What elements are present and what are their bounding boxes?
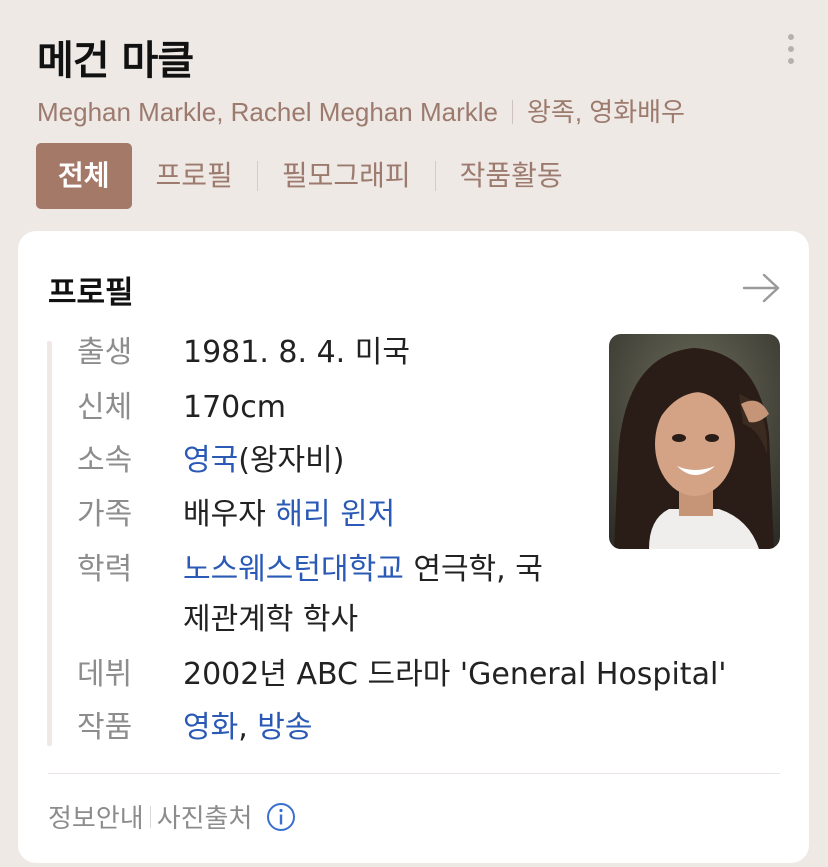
affiliation-suffix: (왕자비): [238, 443, 345, 478]
link-northwestern[interactable]: 노스웨스턴대학교: [183, 552, 404, 587]
divider: [512, 100, 513, 124]
education-detail-line2: 제관계학 학사: [183, 602, 359, 637]
info-value: 170cm: [183, 390, 286, 425]
info-guide-link[interactable]: 정보안내: [48, 798, 144, 835]
info-value: 배우자 해리 윈저: [183, 489, 395, 541]
profile-photo[interactable]: [609, 334, 780, 549]
info-value: 2002년 ABC 드라마 'General Hospital': [183, 657, 727, 692]
photo-source-link[interactable]: 사진출처: [157, 798, 253, 835]
info-label: 출생: [77, 335, 133, 370]
card-divider: [48, 773, 780, 774]
tab-filmography[interactable]: 필모그래피: [258, 143, 435, 209]
link-harry-windsor[interactable]: 해리 윈저: [275, 497, 395, 532]
subtitle: Meghan Markle, Rachel Meghan Markle 왕족, 영…: [37, 92, 685, 129]
card-footer: 정보안내 사진출처: [48, 798, 296, 835]
link-uk[interactable]: 영국: [183, 443, 238, 478]
info-value: 영화, 방송: [183, 702, 312, 754]
info-label: 작품: [77, 710, 133, 745]
info-label: 가족: [77, 497, 133, 532]
more-vertical-icon[interactable]: [784, 34, 798, 64]
category-text: 왕족, 영화배우: [527, 97, 685, 127]
alternate-names: Meghan Markle, Rachel Meghan Markle: [37, 97, 498, 127]
family-prefix: 배우자: [183, 497, 276, 532]
info-label: 학력: [77, 552, 133, 587]
arrow-right-icon[interactable]: [742, 271, 782, 305]
tab-bar: 전체 프로필 필모그래피 작품활동: [36, 143, 587, 209]
info-label: 데뷔: [77, 657, 133, 692]
info-label: 신체: [77, 390, 133, 425]
page-title: 메건 마클: [37, 38, 194, 84]
tab-all[interactable]: 전체: [36, 143, 132, 209]
info-circle-icon[interactable]: [266, 802, 296, 832]
footer-divider: [149, 805, 151, 828]
education-detail: 연극학, 국: [403, 552, 543, 587]
link-broadcast[interactable]: 방송: [257, 710, 312, 745]
tab-profile[interactable]: 프로필: [132, 143, 257, 209]
info-value: 1981. 8. 4. 미국: [183, 335, 410, 370]
tab-works[interactable]: 작품활동: [436, 143, 587, 209]
profile-card: 프로필 출생 1981. 8. 4. 미국 신체 170cm 소속 영국(왕자비…: [18, 231, 809, 863]
info-accent-bar: [47, 341, 52, 746]
info-value: 영국(왕자비): [183, 435, 344, 487]
works-comma: ,: [238, 710, 258, 745]
info-value: 노스웨스턴대학교 연극학, 국: [183, 544, 543, 596]
info-label: 소속: [77, 443, 133, 478]
link-movies[interactable]: 영화: [183, 710, 238, 745]
profile-title[interactable]: 프로필: [48, 267, 134, 312]
